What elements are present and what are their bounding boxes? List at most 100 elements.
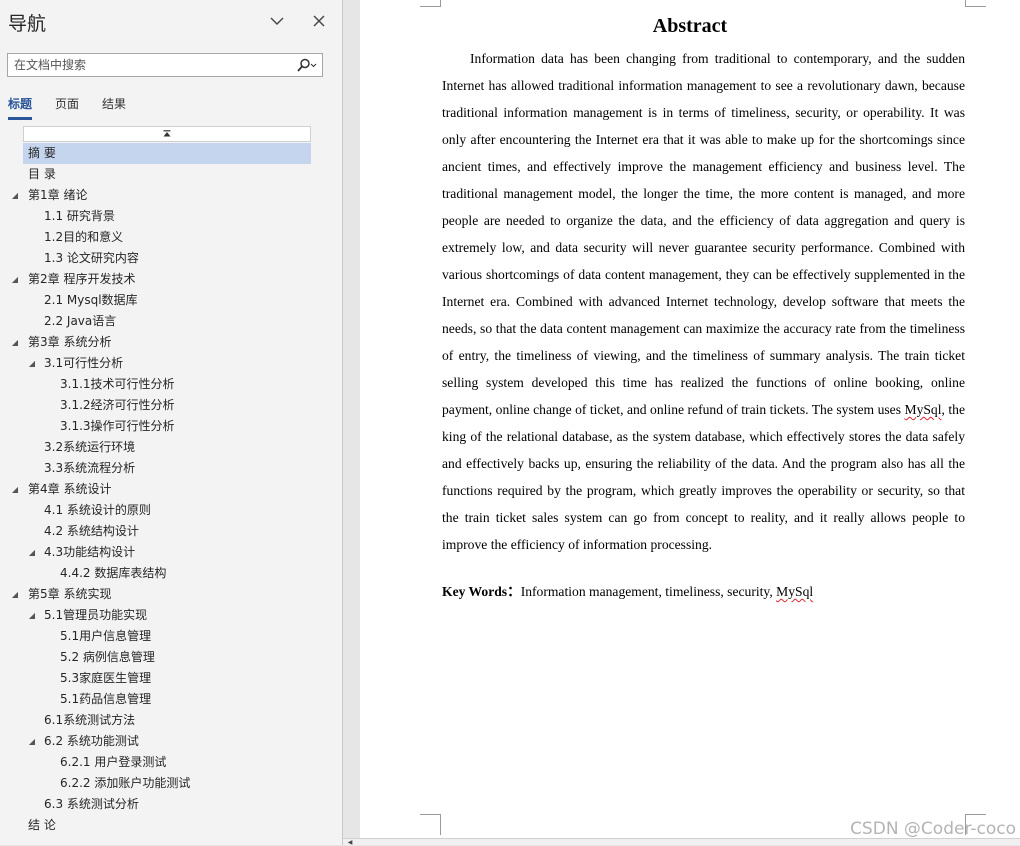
outline-item[interactable]: 5.1用户信息管理: [0, 626, 342, 647]
crop-mark-top-right: [965, 0, 986, 7]
search-input[interactable]: [8, 54, 300, 76]
outline-item-label: 第4章 系统设计: [28, 482, 112, 496]
horizontal-scrollbar[interactable]: ◀: [343, 838, 1020, 846]
outline-item[interactable]: 2.1 Mysql数据库: [0, 290, 342, 311]
outline-item[interactable]: 3.2系统运行环境: [0, 437, 342, 458]
expand-triangle-icon[interactable]: ◢: [10, 584, 20, 605]
outline-item-label: 6.1系统测试方法: [44, 713, 136, 727]
outline-item[interactable]: 1.1 研究背景: [0, 206, 342, 227]
outline-item[interactable]: 3.1.3操作可行性分析: [0, 416, 342, 437]
outline-item[interactable]: 5.1药品信息管理: [0, 689, 342, 710]
outline-item-label: 3.1.3操作可行性分析: [60, 419, 175, 433]
outline-item-label: 5.3家庭医生管理: [60, 671, 152, 685]
expand-triangle-icon[interactable]: ◢: [10, 269, 20, 290]
nav-close-button[interactable]: [308, 10, 330, 32]
search-box: [7, 53, 323, 77]
outline-item[interactable]: 5.3家庭医生管理: [0, 668, 342, 689]
nav-options-button[interactable]: [266, 10, 288, 32]
outline-item[interactable]: ◢ 5.1管理员功能实现: [0, 605, 342, 626]
outline-item[interactable]: 摘 要: [23, 143, 311, 164]
outline-item-label: 1.2目的和意义: [44, 230, 124, 244]
nav-tabs: 标题 页面 结果: [8, 96, 149, 122]
spellcheck-word: MySql: [904, 402, 942, 417]
tab-headings[interactable]: 标题: [8, 96, 33, 120]
abstract-heading: Abstract: [652, 15, 728, 37]
outline-item[interactable]: 目 录: [0, 164, 342, 185]
keywords-text: Information management, timeliness, secu…: [520, 584, 777, 599]
keywords-spellcheck-word: MySql: [776, 584, 814, 599]
outline-item-label: 6.2.2 添加账户功能测试: [60, 776, 191, 790]
outline-item-label: 第2章 程序开发技术: [28, 272, 136, 286]
outline-item-label: 4.4.2 数据库表结构: [60, 566, 167, 580]
outline-item[interactable]: ◢ 第3章 系统分析: [0, 332, 342, 353]
outline-item-label: 3.1.1技术可行性分析: [60, 377, 175, 391]
expand-triangle-icon[interactable]: ◢: [27, 353, 37, 374]
collapse-all-icon: [163, 130, 171, 137]
collapse-all-button[interactable]: [23, 126, 311, 142]
outline-item-label: 3.1.2经济可行性分析: [60, 398, 175, 412]
outline-item-label: 1.1 研究背景: [44, 209, 115, 223]
outline-item[interactable]: 1.2目的和意义: [0, 227, 342, 248]
outline-item[interactable]: ◢ 6.2 系统功能测试: [0, 731, 342, 752]
outline-item-label: 第3章 系统分析: [28, 335, 112, 349]
keywords-label: Key Words：: [442, 584, 521, 599]
outline-item-label: 6.2.1 用户登录测试: [60, 755, 167, 769]
tab-pages[interactable]: 页面: [55, 96, 79, 120]
outline-item-label: 5.1管理员功能实现: [44, 608, 148, 622]
outline-item[interactable]: 3.3系统流程分析: [0, 458, 342, 479]
keywords-line[interactable]: Key Words：Information management, timeli…: [442, 580, 965, 604]
crop-mark-top-left: [420, 0, 441, 7]
expand-triangle-icon[interactable]: ◢: [10, 185, 20, 206]
tab-results[interactable]: 结果: [102, 96, 126, 120]
outline-item[interactable]: 6.2.1 用户登录测试: [0, 752, 342, 773]
outline-item[interactable]: 1.3 论文研究内容: [0, 248, 342, 269]
outline-item[interactable]: ◢ 第4章 系统设计: [0, 479, 342, 500]
outline-item-label: 6.3 系统测试分析: [44, 797, 139, 811]
document-page: Abstract Information data has been chang…: [360, 0, 1020, 838]
outline-item[interactable]: ◢ 第1章 绪论: [0, 185, 342, 206]
outline-item-label: 目 录: [28, 167, 56, 181]
outline-item[interactable]: ◢ 第2章 程序开发技术: [0, 269, 342, 290]
outline-item[interactable]: 5.2 病例信息管理: [0, 647, 342, 668]
outline-item[interactable]: 6.1系统测试方法: [0, 710, 342, 731]
abstract-text-part-2: , the king of the relational database, a…: [442, 402, 965, 552]
outline-item[interactable]: 2.2 Java语言: [0, 311, 342, 332]
outline-item-label: 6.2 系统功能测试: [44, 734, 139, 748]
search-icon: [297, 58, 317, 72]
chevron-down-icon: [270, 17, 284, 25]
outline-item-label: 5.2 病例信息管理: [60, 650, 155, 664]
outline-item-label: 摘 要: [28, 146, 56, 160]
expand-triangle-icon[interactable]: ◢: [27, 542, 37, 563]
outline-item-label: 2.1 Mysql数据库: [44, 293, 138, 307]
outline-item[interactable]: ◢ 第5章 系统实现: [0, 584, 342, 605]
search-button[interactable]: [294, 56, 320, 74]
outline-item-label: 3.3系统流程分析: [44, 461, 136, 475]
expand-triangle-icon[interactable]: ◢: [10, 332, 20, 353]
watermark: CSDN @Coder-coco: [850, 819, 1016, 839]
outline-item[interactable]: 4.1 系统设计的原则: [0, 500, 342, 521]
outline-item[interactable]: 4.4.2 数据库表结构: [0, 563, 342, 584]
outline-item-label: 5.1用户信息管理: [60, 629, 152, 643]
outline-item-label: 2.2 Java语言: [44, 314, 117, 328]
outline-item[interactable]: 6.3 系统测试分析: [0, 794, 342, 815]
outline-item-label: 3.1可行性分析: [44, 356, 124, 370]
expand-triangle-icon[interactable]: ◢: [10, 479, 20, 500]
outline-item-label: 5.1药品信息管理: [60, 692, 152, 706]
outline-item[interactable]: 6.2.2 添加账户功能测试: [0, 773, 342, 794]
abstract-text-part-1: Information data has been changing from …: [442, 51, 965, 417]
expand-triangle-icon[interactable]: ◢: [27, 605, 37, 626]
outline-item[interactable]: 3.1.2经济可行性分析: [0, 395, 342, 416]
expand-triangle-icon[interactable]: ◢: [27, 731, 37, 752]
outline-item[interactable]: 3.1.1技术可行性分析: [0, 374, 342, 395]
close-icon: [313, 15, 325, 27]
outline-item[interactable]: ◢ 4.3功能结构设计: [0, 542, 342, 563]
outline-item[interactable]: 结 论: [0, 815, 342, 836]
outline-item-label: 1.3 论文研究内容: [44, 251, 139, 265]
outline-item-label: 第5章 系统实现: [28, 587, 112, 601]
outline-item[interactable]: 4.2 系统结构设计: [0, 521, 342, 542]
crop-mark-bottom-left: [420, 814, 441, 835]
abstract-paragraph[interactable]: Information data has been changing from …: [442, 45, 965, 558]
outline-item[interactable]: ◢ 3.1可行性分析: [0, 353, 342, 374]
navigation-pane: 导航 标题 页面 结果 摘 要目 录◢第1章 绪论1.1: [0, 0, 343, 845]
document-area: Abstract Information data has been chang…: [343, 0, 1020, 845]
